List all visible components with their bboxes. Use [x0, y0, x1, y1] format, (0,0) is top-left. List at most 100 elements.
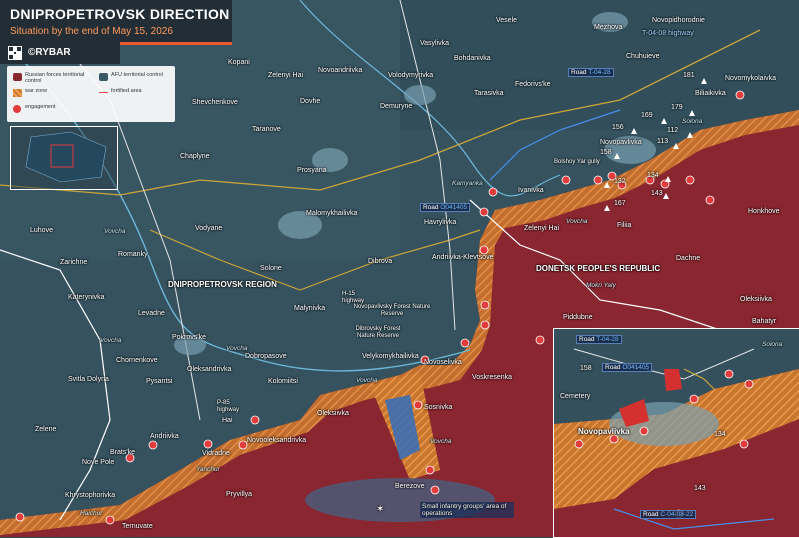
- settlement-label: Pryvillya: [226, 491, 253, 498]
- road-label-h15: H-15 highway: [342, 291, 364, 305]
- height-label: 179: [671, 104, 683, 111]
- brand-bar: ©RYBAR: [0, 42, 120, 64]
- height-label: 143: [651, 190, 663, 197]
- road-prefix: Road: [605, 364, 623, 371]
- height-label: 167: [614, 200, 626, 207]
- settlement-label: Nove Pole: [82, 459, 115, 466]
- river-label: Mokri Yaly: [586, 282, 616, 289]
- settlement-label: Bohdanivka: [454, 55, 491, 62]
- settlement-label: Levadne: [138, 310, 165, 317]
- settlement-label: Vidradne: [202, 450, 230, 457]
- settlement-label: Novoandriivka: [318, 67, 363, 74]
- height-label: 181: [683, 72, 695, 79]
- settlement-label: Taranove: [252, 126, 281, 133]
- settlement-label: Zarichne: [60, 259, 88, 266]
- map-header: DNIPROPETROVSK DIRECTION Situation by th…: [0, 0, 232, 45]
- settlement-label: Demuryne: [380, 103, 413, 110]
- road-code: O041405: [622, 364, 650, 371]
- settlement-label: Havrylivka: [424, 219, 457, 226]
- settlement-label: Dibrova: [368, 258, 393, 265]
- inset-cemetery: Cemetery: [560, 393, 591, 400]
- settlement-label: Chaplyne: [180, 153, 210, 160]
- inset-road-2: Road O041405: [602, 363, 653, 372]
- settlement-label: Luhove: [30, 227, 53, 234]
- settlement-label: Ivanivka: [518, 187, 544, 194]
- road-code: T-04-28: [596, 336, 619, 343]
- feature-infantry: Small infantry groups' area of operation…: [420, 502, 514, 518]
- settlement-label: Pysantsi: [146, 378, 173, 385]
- feature-reserve-2: Dibrovsky Forest Nature Reserve: [355, 326, 401, 339]
- settlement-label: Vesele: [496, 17, 518, 24]
- settlement-label: Velykomykhailivka: [362, 353, 419, 360]
- height-label: 169: [641, 112, 653, 119]
- settlement-label: Zelenyi Hai: [268, 72, 304, 79]
- inset-river: Solona: [762, 341, 783, 348]
- river-label: Vovcha: [566, 218, 588, 225]
- settlement-label: Brats'ke: [110, 449, 136, 456]
- settlement-label: Chuhuieve: [626, 53, 660, 60]
- legend-engagement-label: engagement: [25, 104, 56, 110]
- settlement-label: Novopavlivka: [600, 139, 642, 146]
- settlement-label: Chornenkove: [116, 357, 158, 364]
- road-prefix: Road: [423, 204, 441, 211]
- legend-war-zone-label: war zone: [25, 88, 48, 94]
- settlement-label: Novoselivka: [424, 359, 462, 366]
- settlement-label: Voskresenka: [472, 374, 513, 381]
- inset-height: 158: [580, 365, 592, 372]
- settlement-label: Katerynivka: [68, 294, 105, 301]
- settlement-label: Hai: [222, 417, 233, 424]
- road-prefix: P-85: [217, 400, 230, 406]
- legend-russian-label: Russian forces territorial control: [25, 72, 85, 84]
- height-label: 158: [600, 149, 612, 156]
- settlement-label: Ternuvate: [122, 523, 153, 530]
- river-label: Solona: [682, 118, 703, 125]
- settlement-label: Piddubne: [563, 314, 593, 321]
- settlement-label: Malynivka: [294, 305, 326, 312]
- settlement-label: Bahatyr: [752, 318, 777, 325]
- settlement-label: Dobropasove: [245, 353, 287, 360]
- inset-map: Road T-04-28 Road O041405 Road C-04-08-2…: [553, 328, 799, 538]
- locator-map: [10, 126, 118, 190]
- river-label: Vovcha: [356, 377, 378, 384]
- settlement-label: Svitla Dolyna: [68, 376, 109, 383]
- height-label: 134: [647, 172, 659, 179]
- settlement-label: Andriivka-Klevtsove: [432, 254, 494, 261]
- road-label-t0408: T-04-08 highway: [642, 30, 694, 37]
- road-code: T-04-28: [588, 69, 611, 76]
- settlement-label: Vodyane: [195, 225, 223, 232]
- settlement-label: Kolomiitsi: [268, 378, 298, 385]
- road-prefix: Road: [643, 511, 661, 518]
- legend-afu-label: AFU territorial control: [111, 72, 163, 78]
- settlement-label: Zelene: [35, 426, 57, 433]
- height-label: 132: [614, 178, 626, 185]
- settlement-label: Malomykhailivka: [306, 210, 358, 217]
- settlement-label: Biliaikivka: [695, 90, 726, 97]
- river-label: Vovcha: [226, 345, 248, 352]
- settlement-label: Shevchenkove: [192, 99, 238, 106]
- settlement-label: Berezove: [395, 483, 425, 490]
- settlement-label: Sosnivka: [424, 404, 453, 411]
- settlement-label: Romanky: [118, 251, 148, 258]
- settlement-label: Honkhove: [748, 208, 780, 215]
- region-donetsk: DONETSK PEOPLE'S REPUBLIC: [536, 264, 661, 273]
- settlement-label: Khrystophorivka: [65, 492, 116, 499]
- settlement-label: Novopidhorodnie: [652, 17, 705, 24]
- settlement-label: Dovhe: [300, 98, 321, 105]
- river-label: Vovcha: [100, 337, 122, 344]
- settlement-label: Tarasivka: [474, 90, 504, 97]
- road-code: C-04-08-22: [660, 511, 694, 518]
- qr-code-icon: [8, 46, 22, 60]
- settlement-label: Oleksiivka: [317, 410, 349, 417]
- feature-gully: Bolshoy Yar gully: [554, 159, 600, 165]
- road-prefix: Road: [579, 336, 597, 343]
- river-label: Haichur: [80, 510, 103, 517]
- settlement-label: Zelenyi Hai: [524, 225, 560, 232]
- map-subtitle: Situation by the end of May 15, 2026: [10, 26, 173, 37]
- river-label: Yanchur: [196, 466, 220, 473]
- settlement-label: Andriivka: [150, 433, 179, 440]
- road-label-t0428: Road T-04-28: [568, 68, 614, 77]
- river-label: Vovcha: [430, 438, 452, 445]
- settlement-label: Oleksandrivka: [187, 366, 232, 373]
- height-label: 156: [612, 124, 624, 131]
- height-label: 113: [657, 138, 669, 145]
